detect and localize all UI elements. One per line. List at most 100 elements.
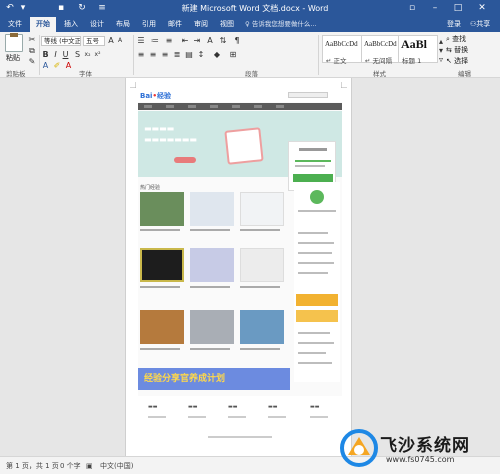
paste-button[interactable]: 粘贴	[6, 53, 20, 63]
strikethrough-icon[interactable]: S	[73, 50, 82, 60]
borders-icon[interactable]: ⊞	[228, 50, 238, 60]
nav-item	[188, 105, 196, 108]
distributed-icon[interactable]: ▤	[184, 50, 194, 60]
tab-references[interactable]: 引用	[138, 17, 160, 32]
superscript-icon[interactable]: x²	[93, 50, 102, 60]
thumbnail	[190, 310, 234, 344]
ribbon-tabs: 文件 开始 插入 设计 布局 引用 邮件 审阅 视图 ♀ 告诉我您想要做什么..…	[0, 17, 500, 32]
select-button[interactable]: ↖ 选择	[446, 56, 468, 66]
footer-link	[268, 416, 286, 418]
thumbnail	[240, 310, 284, 344]
increase-indent-icon[interactable]: ⇥	[192, 36, 202, 46]
style-normal-name: ↵ 正文	[326, 57, 347, 65]
italic-icon[interactable]: I	[51, 50, 60, 60]
style-normal[interactable]: AaBbCcDd ↵ 正文	[322, 35, 362, 65]
tell-me-box[interactable]: ♀ 告诉我您想要做什么...	[245, 18, 345, 31]
sidebar-line	[298, 210, 336, 212]
language-indicator[interactable]: 中文(中国)	[100, 461, 133, 471]
copy-icon[interactable]: ⧉	[27, 46, 37, 56]
multilevel-list-icon[interactable]: ≡	[164, 36, 174, 46]
document-page[interactable]: Bai•经验 ▬▬▬▬ ▬▬▬▬▬▬▬ 热门经验 经验分享官养成计划 ▬▬ ▬▬…	[125, 78, 352, 456]
maximize-button[interactable]: □	[451, 2, 465, 14]
bold-icon[interactable]: B	[41, 50, 50, 60]
cut-icon[interactable]: ✂	[27, 35, 37, 45]
font-name-select[interactable]: 等线 (中文正)	[41, 36, 81, 46]
thumbnail-caption	[240, 348, 280, 350]
footer-copyright	[208, 436, 272, 438]
chinese-layout-icon[interactable]: A	[205, 36, 215, 46]
styles-more-icon[interactable]: ▿	[438, 55, 444, 65]
paste-icon[interactable]	[5, 33, 23, 52]
share-button[interactable]: ⚇共享	[470, 17, 490, 32]
undo-icon[interactable]: ↶	[4, 3, 16, 14]
save-icon[interactable]: ▪	[55, 3, 67, 14]
font-color-icon[interactable]: A	[64, 61, 73, 71]
ribbon-home: 粘贴 ✂ ⧉ ✎ 剪贴板 等线 (中文正) 五号 A A B I U S x₂ …	[0, 32, 500, 78]
tab-design[interactable]: 设计	[86, 17, 108, 32]
quick-access-menu-icon[interactable]: ≡	[96, 3, 108, 14]
crop-mark-top-left	[130, 82, 136, 88]
site-watermark: 飞沙系统网 www.fs0745.com	[340, 423, 500, 473]
tab-home[interactable]: 开始	[30, 17, 56, 32]
align-right-icon[interactable]: ≡	[160, 50, 170, 60]
ribbon-display-icon[interactable]: ▫	[405, 2, 419, 14]
clipboard-group-label: 剪贴板	[6, 70, 26, 78]
shading-icon[interactable]: ◆	[212, 50, 222, 60]
tab-insert[interactable]: 插入	[60, 17, 82, 32]
grow-font-icon[interactable]: A	[107, 36, 115, 46]
nav-item	[254, 105, 262, 108]
redo-icon[interactable]: ↻	[76, 3, 88, 14]
webpage-hero-banner: ▬▬▬▬ ▬▬▬▬▬▬▬	[138, 111, 342, 191]
style-heading-1[interactable]: AaBl 标题 1	[398, 35, 438, 65]
document-canvas: Bai•经验 ▬▬▬▬ ▬▬▬▬▬▬▬ 热门经验 经验分享官养成计划 ▬▬ ▬▬…	[0, 78, 500, 456]
sidebar-line	[298, 242, 334, 244]
embedded-webpage-image[interactable]: Bai•经验 ▬▬▬▬ ▬▬▬▬▬▬▬ 热门经验 经验分享官养成计划 ▬▬ ▬▬…	[138, 88, 342, 448]
tab-file[interactable]: 文件	[4, 17, 26, 32]
footer-heading: ▬▬	[310, 404, 320, 410]
style-no-spacing[interactable]: AaBbCcDd ↵ 无间隔	[361, 35, 401, 65]
style-heading-1-name: 标题 1	[402, 57, 422, 65]
show-marks-icon[interactable]: ¶	[232, 36, 242, 46]
style-no-spacing-sample: AaBbCcDd	[364, 40, 397, 48]
proofing-icon[interactable]: ▣	[86, 461, 93, 471]
close-button[interactable]: ✕	[475, 2, 489, 14]
tab-mailings[interactable]: 邮件	[164, 17, 186, 32]
tab-review[interactable]: 审阅	[190, 17, 212, 32]
decrease-indent-icon[interactable]: ⇤	[180, 36, 190, 46]
cursor-icon: ↖	[446, 57, 455, 65]
page-count[interactable]: 第 1 页，共 1 页	[6, 461, 59, 471]
card-button	[293, 174, 333, 182]
justify-icon[interactable]: ≣	[172, 50, 182, 60]
word-count[interactable]: 0 个字	[60, 461, 81, 471]
login-button[interactable]: 登录	[447, 17, 461, 32]
dropdown-icon[interactable]: ▾	[17, 3, 29, 14]
subscript-icon[interactable]: x₂	[83, 50, 92, 60]
replace-button[interactable]: ⇆ 替换	[446, 45, 468, 55]
align-center-icon[interactable]: ≡	[148, 50, 158, 60]
sort-icon[interactable]: ⇅	[218, 36, 228, 46]
card-line	[295, 165, 325, 167]
shrink-font-icon[interactable]: A	[116, 36, 124, 46]
font-size-select[interactable]: 五号	[83, 36, 105, 46]
line-spacing-icon[interactable]: ↕	[196, 50, 206, 60]
sidebar-line	[298, 262, 334, 264]
text-effects-icon[interactable]: A	[41, 61, 50, 71]
minimize-button[interactable]: –	[428, 2, 442, 14]
bullets-icon[interactable]: ☰	[136, 36, 146, 46]
format-painter-icon[interactable]: ✎	[27, 57, 37, 67]
numbering-icon[interactable]: ≔	[150, 36, 160, 46]
card-line	[299, 148, 327, 151]
watermark-name: 飞沙系统网	[380, 436, 470, 456]
tab-view[interactable]: 视图	[216, 17, 238, 32]
highlight-icon[interactable]: ✐	[52, 61, 62, 71]
align-left-icon[interactable]: ≡	[136, 50, 146, 60]
tab-layout[interactable]: 布局	[112, 17, 134, 32]
hero-decoration-text: ▬▬▬▬ ▬▬▬▬▬▬▬	[144, 124, 197, 144]
underline-icon[interactable]: U	[61, 50, 70, 60]
thumbnail-caption	[140, 229, 180, 231]
style-normal-sample: AaBbCcDd	[325, 40, 358, 48]
find-button[interactable]: ⌕ 查找	[446, 34, 466, 44]
thumbnail-caption	[190, 286, 230, 288]
watermark-logo	[340, 429, 378, 467]
window-title: 新建 Microsoft Word 文档.docx - Word	[181, 4, 329, 13]
